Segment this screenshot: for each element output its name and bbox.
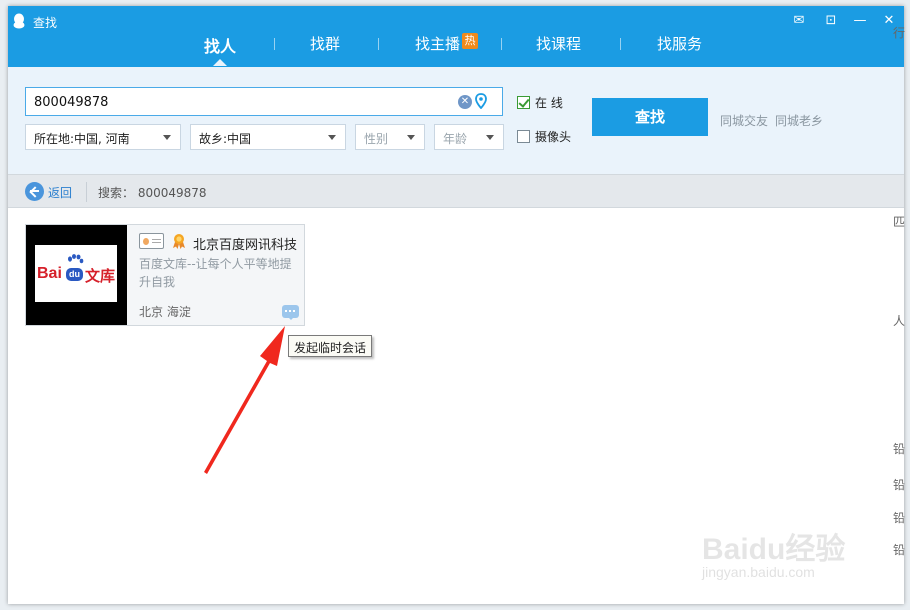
chevron-down-icon xyxy=(163,135,171,140)
search-summary: 搜索： 800049878 xyxy=(98,186,207,200)
watermark-sub: jingyan.baidu.com xyxy=(702,564,815,580)
result-description: 百度文库--让每个人平等地提升自我 xyxy=(139,257,292,289)
camera-checkbox[interactable] xyxy=(517,130,530,143)
background-text-fragment: 匹 xyxy=(893,215,906,229)
tab-people[interactable]: 找人 xyxy=(204,33,236,57)
hometown-dropdown[interactable]: 故乡:中国 xyxy=(190,124,346,150)
hometown-dropdown-value: 故乡:中国 xyxy=(199,132,252,146)
window-title: 查找 xyxy=(33,16,58,30)
online-checkbox[interactable] xyxy=(517,96,530,109)
quick-link-local-dating[interactable]: 同城交友 xyxy=(720,112,768,129)
tab-streamers[interactable]: 找主播热 xyxy=(415,33,479,54)
results-navbar: 返回 搜索： 800049878 xyxy=(8,174,904,208)
background-text-fragment: 行 xyxy=(893,26,906,40)
location-pin-icon[interactable] xyxy=(475,93,487,109)
watermark-main: Baidu经验 xyxy=(702,533,846,566)
location-dropdown[interactable]: 所在地:中国, 河南 xyxy=(25,124,181,150)
background-text-fragment: 铅 xyxy=(893,511,906,525)
search-button[interactable]: 查找 xyxy=(592,98,708,136)
gender-dropdown-placeholder: 性别 xyxy=(364,132,389,146)
medal-icon xyxy=(173,234,185,249)
tab-services[interactable]: 找服务 xyxy=(657,33,702,54)
quick-link-fellow-townsmen[interactable]: 同城老乡 xyxy=(775,112,823,129)
tab-separator xyxy=(620,38,621,50)
tab-separator xyxy=(501,38,502,50)
tab-separator xyxy=(378,38,379,50)
search-input[interactable] xyxy=(34,93,454,111)
result-location: 北京 海淀 xyxy=(139,305,191,319)
online-checkbox-label: 在 线 xyxy=(535,96,563,110)
title-bar: 查找 ✉ ⊡ — ✕ 找人 找群 找主播热 找课程 找服务 xyxy=(8,6,904,67)
chevron-down-icon xyxy=(407,135,415,140)
logo-text-du: du xyxy=(66,268,83,281)
result-card[interactable]: Bai du 文库 北京百度网讯科技 百度文库--让每个人平等地提升自我 北京 … xyxy=(25,224,305,326)
baidu-wenku-logo: Bai du 文库 xyxy=(35,245,117,302)
qq-penguin-icon xyxy=(13,13,25,29)
back-arrow-icon[interactable] xyxy=(25,182,44,201)
nav-separator xyxy=(86,182,87,202)
background-text-fragment: 人 xyxy=(893,314,906,328)
tab-separator xyxy=(274,38,275,50)
background-text-fragment: 铅 xyxy=(893,478,906,492)
clear-icon[interactable]: ✕ xyxy=(458,95,472,109)
id-card-icon xyxy=(139,233,164,249)
feedback-icon[interactable]: ✉ xyxy=(791,13,807,29)
result-name[interactable]: 北京百度网讯科技 xyxy=(193,234,301,253)
logo-text-bai: Bai xyxy=(37,265,62,282)
camera-checkbox-label: 摄像头 xyxy=(535,130,572,144)
chevron-down-icon xyxy=(486,135,494,140)
tab-courses[interactable]: 找课程 xyxy=(536,33,581,54)
paw-icon xyxy=(68,254,84,264)
chat-bubble-icon[interactable] xyxy=(282,305,299,320)
back-link[interactable]: 返回 xyxy=(48,184,72,201)
background-text-fragment: 铅 xyxy=(893,442,906,456)
location-dropdown-value: 所在地:中国, 河南 xyxy=(34,132,130,146)
minimize-icon[interactable]: — xyxy=(852,13,868,29)
background-text-fragment: 铅 xyxy=(893,543,906,557)
search-input-box: ✕ xyxy=(25,87,503,116)
tooltip: 发起临时会话 xyxy=(288,335,373,357)
age-dropdown[interactable]: 年龄 xyxy=(434,124,504,150)
logo-text-wenku: 文库 xyxy=(85,267,116,285)
pin-icon[interactable]: ⊡ xyxy=(823,13,839,29)
gender-dropdown[interactable]: 性别 xyxy=(355,124,425,150)
watermark: Baidu经验 jingyan.baidu.com xyxy=(692,504,862,590)
chevron-down-icon xyxy=(328,135,336,140)
tab-streamers-label: 找主播 xyxy=(415,35,461,53)
search-panel: ✕ 所在地:中国, 河南 故乡:中国 性别 年龄 在 线 摄像头 查找 同城交友 xyxy=(8,67,904,174)
active-tab-indicator xyxy=(213,59,227,66)
age-dropdown-placeholder: 年龄 xyxy=(443,132,468,146)
tab-groups[interactable]: 找群 xyxy=(310,33,340,54)
avatar[interactable]: Bai du 文库 xyxy=(26,225,127,325)
hot-badge: 热 xyxy=(462,33,479,49)
